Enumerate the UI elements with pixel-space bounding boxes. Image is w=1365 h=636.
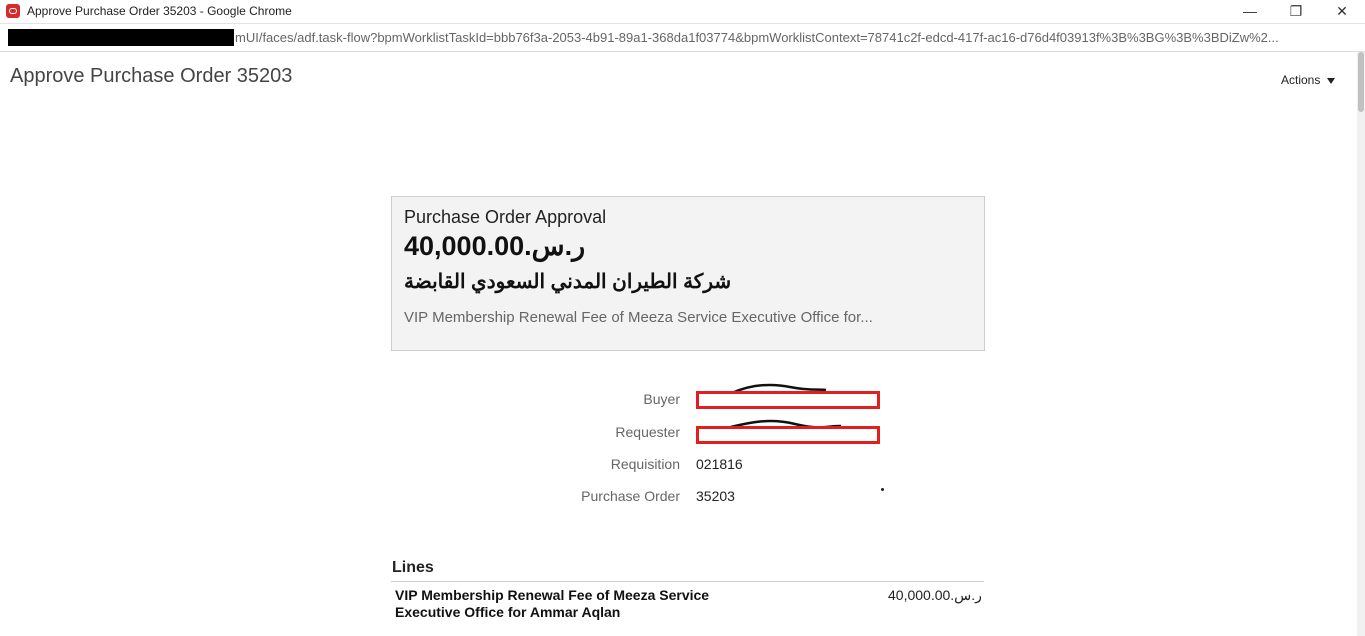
restore-icon-button[interactable]: ❐ (1273, 0, 1319, 23)
card-heading: Purchase Order Approval (404, 207, 607, 227)
close-icon-button[interactable]: ✕ (1319, 0, 1365, 23)
lines-divider (391, 581, 984, 582)
actions-menu-button[interactable]: Actions (1281, 73, 1336, 87)
window-title: Approve Purchase Order 35203 - Google Ch… (27, 4, 292, 18)
caret-down-icon (1327, 77, 1336, 84)
stray-dot (881, 488, 884, 491)
line-item-description: VIP Membership Renewal Fee of Meeza Serv… (395, 587, 710, 620)
requisition-value[interactable]: 021816 (696, 456, 743, 472)
purchase-order-label: Purchase Order (581, 488, 680, 504)
lines-heading: Lines (392, 559, 434, 576)
oracle-app-icon (6, 4, 20, 18)
purchase-order-value[interactable]: 35203 (696, 488, 735, 504)
buyer-label: Buyer (643, 391, 680, 407)
vertical-scrollbar[interactable] (1357, 52, 1365, 636)
card-description: VIP Membership Renewal Fee of Meeza Serv… (404, 309, 873, 326)
requester-redaction (696, 426, 880, 444)
requisition-label: Requisition (610, 456, 680, 472)
card-amount: 40,000.00.ر.س (404, 231, 586, 261)
scrollbar-thumb[interactable] (1358, 52, 1364, 112)
url-text[interactable]: mUI/faces/adf.task-flow?bpmWorklistTaskI… (235, 30, 1355, 45)
actions-label: Actions (1281, 73, 1321, 87)
url-redaction (8, 29, 234, 46)
line-item-amount: 40,000.00.ر.س (888, 587, 982, 603)
requester-label: Requester (615, 424, 680, 440)
buyer-redaction (696, 391, 880, 409)
card-supplier: شركة الطيران المدني السعودي القابضة (404, 271, 732, 293)
minimize-icon-button[interactable]: — (1227, 0, 1273, 23)
page-title: Approve Purchase Order 35203 (10, 65, 293, 87)
